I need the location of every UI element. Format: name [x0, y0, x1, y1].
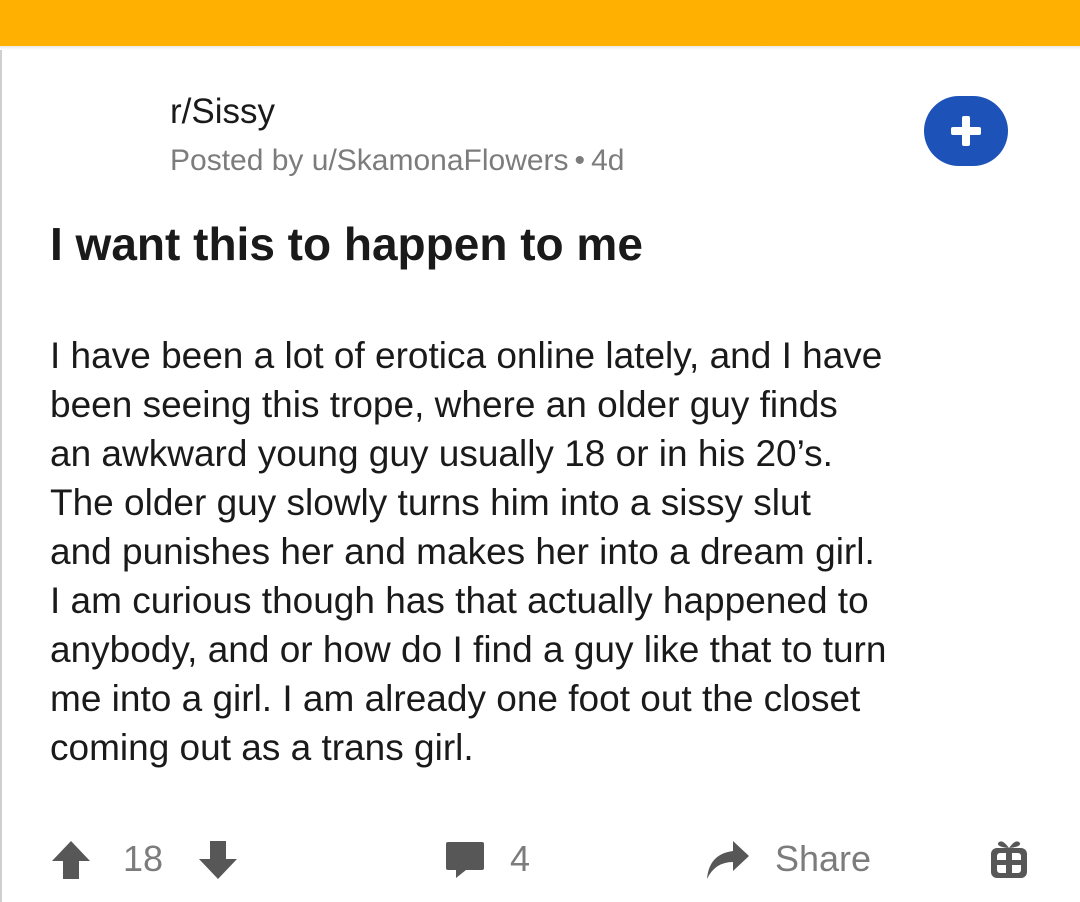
post-age: 4d — [591, 144, 625, 177]
top-accent-bar — [0, 0, 1080, 46]
gift-icon[interactable] — [988, 838, 1030, 880]
share-button[interactable]: Share — [775, 835, 871, 883]
subreddit-name[interactable]: r/Sissy — [170, 90, 275, 134]
post-body-line: and punishes her and makes her into a dr… — [50, 531, 875, 572]
post-body-line: an awkward young guy usually 18 or in hi… — [50, 433, 833, 474]
subreddit-avatar[interactable] — [52, 95, 134, 177]
top-bar-shadow — [0, 46, 1080, 50]
comment-count[interactable]: 4 — [510, 835, 530, 883]
posted-by-label: Posted by — [170, 144, 304, 177]
downvote-arrow-down-icon[interactable] — [197, 839, 239, 881]
post-meta: Posted by u/SkamonaFlowers • 4d — [170, 141, 624, 181]
post-body-line: coming out as a trans girl. — [50, 727, 474, 768]
post-body-line: I am curious though has that actually ha… — [50, 580, 869, 621]
plus-icon — [951, 116, 981, 146]
post-action-bar: 18 4 Share — [0, 825, 1080, 893]
post-body: I have been a lot of erotica online late… — [50, 331, 1040, 772]
vote-count: 18 — [123, 838, 164, 879]
join-subreddit-button[interactable] — [924, 96, 1008, 166]
comment-bubble-icon[interactable] — [444, 840, 486, 880]
post-body-line: been seeing this trope, where an older g… — [50, 384, 838, 425]
post-body-line: The older guy slowly turns him into a si… — [50, 482, 811, 523]
meta-separator: • — [574, 144, 586, 177]
author-link[interactable]: u/SkamonaFlowers — [312, 144, 569, 177]
post-body-line: I have been a lot of erotica online late… — [50, 335, 883, 376]
upvote-arrow-up-icon[interactable] — [50, 839, 92, 881]
share-arrow-icon[interactable] — [703, 835, 751, 883]
post-body-line: me into a girl. I am already one foot ou… — [50, 678, 861, 719]
card-left-border — [0, 50, 2, 902]
post-body-line: anybody, and or how do I find a guy like… — [50, 629, 887, 670]
post-title[interactable]: I want this to happen to me — [50, 212, 1040, 276]
post-card: r/Sissy Posted by u/SkamonaFlowers • 4d I … — [0, 0, 1080, 902]
